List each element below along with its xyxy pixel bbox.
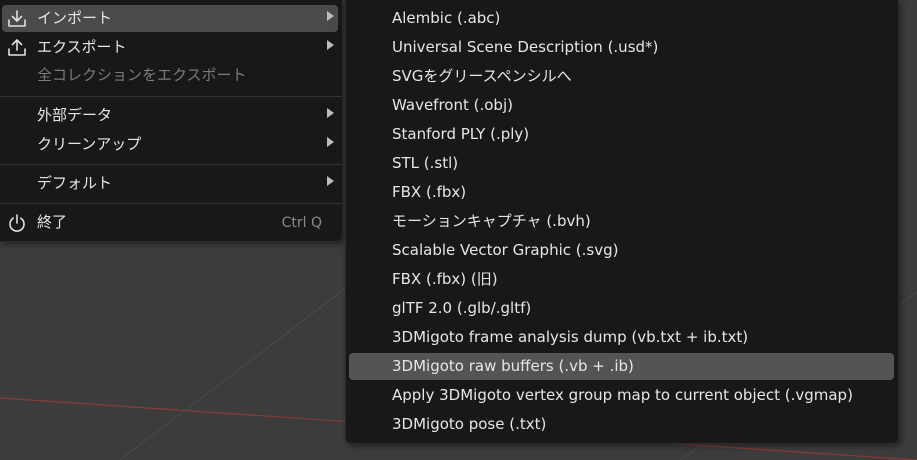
submenu-item-label: 3DMigoto pose (.txt) xyxy=(392,415,547,433)
submenu-item-label: SVGをグリースペンシルへ xyxy=(392,67,572,85)
menu-item-label: エクスポート xyxy=(37,38,127,56)
menu-separator xyxy=(0,203,342,204)
import-3dmigoto-frame-dump[interactable]: 3DMigoto frame analysis dump (vb.txt + i… xyxy=(349,324,894,351)
import-stl[interactable]: STL (.stl) xyxy=(349,150,894,177)
submenu-item-label: Alembic (.abc) xyxy=(392,9,501,27)
submenu-item-label: 3DMigoto frame analysis dump (vb.txt + i… xyxy=(392,328,749,346)
import-fbx[interactable]: FBX (.fbx) xyxy=(349,179,894,206)
import-gltf[interactable]: glTF 2.0 (.glb/.gltf) xyxy=(349,295,894,322)
submenu-item-label: glTF 2.0 (.glb/.gltf) xyxy=(392,299,532,317)
import-3dmigoto-pose[interactable]: 3DMigoto pose (.txt) xyxy=(349,411,894,438)
menu-item-external-data[interactable]: 外部データ xyxy=(2,102,338,129)
shortcut-label: Ctrl Q xyxy=(281,215,322,231)
menu-item-label: デフォルト xyxy=(37,174,113,192)
submenu-arrow-icon xyxy=(327,11,334,21)
menu-separator xyxy=(0,96,342,97)
submenu-item-label: Scalable Vector Graphic (.svg) xyxy=(392,241,619,259)
submenu-item-label: Stanford PLY (.ply) xyxy=(392,125,530,143)
menu-item-label: 終了 xyxy=(37,213,68,231)
menu-item-label: クリーンアップ xyxy=(37,135,142,153)
import-submenu: Alembic (.abc) Universal Scene Descripti… xyxy=(345,0,899,444)
menu-item-import[interactable]: インポート xyxy=(2,5,338,32)
menu-item-label: 外部データ xyxy=(37,106,113,124)
import-usd[interactable]: Universal Scene Description (.usd*) xyxy=(349,34,894,61)
import-fbx-legacy[interactable]: FBX (.fbx) (旧) xyxy=(349,266,894,293)
export-icon xyxy=(8,39,26,56)
submenu-arrow-icon xyxy=(327,176,334,186)
menu-item-label: 全コレクションをエクスポート xyxy=(37,66,247,84)
file-menu: インポート エクスポート 全コレクションをエクスポート 外部データ クリーンアッ… xyxy=(0,0,343,242)
menu-separator xyxy=(0,164,342,165)
menu-item-label: インポート xyxy=(37,9,113,27)
submenu-arrow-icon xyxy=(327,137,334,147)
menu-item-quit[interactable]: 終了 Ctrl Q xyxy=(2,209,338,236)
import-alembic[interactable]: Alembic (.abc) xyxy=(349,5,894,32)
import-svg[interactable]: Scalable Vector Graphic (.svg) xyxy=(349,237,894,264)
menu-item-export[interactable]: エクスポート xyxy=(2,34,338,61)
submenu-item-label: FBX (.fbx) xyxy=(392,183,467,201)
import-3dmigoto-raw-buffers[interactable]: 3DMigoto raw buffers (.vb + .ib) xyxy=(349,353,894,380)
submenu-item-label: Universal Scene Description (.usd*) xyxy=(392,38,659,56)
import-stanford-ply[interactable]: Stanford PLY (.ply) xyxy=(349,121,894,148)
menu-item-defaults[interactable]: デフォルト xyxy=(2,170,338,197)
submenu-arrow-icon xyxy=(327,40,334,50)
import-bvh[interactable]: モーションキャプチャ (.bvh) xyxy=(349,208,894,235)
menu-item-cleanup[interactable]: クリーンアップ xyxy=(2,131,338,158)
import-wavefront-obj[interactable]: Wavefront (.obj) xyxy=(349,92,894,119)
power-icon xyxy=(9,214,25,232)
submenu-item-label: FBX (.fbx) (旧) xyxy=(392,270,498,288)
submenu-item-label: Apply 3DMigoto vertex group map to curre… xyxy=(392,386,853,404)
submenu-item-label: 3DMigoto raw buffers (.vb + .ib) xyxy=(392,357,634,375)
import-icon xyxy=(8,10,26,27)
submenu-arrow-icon xyxy=(327,108,334,118)
import-3dmigoto-vgmap[interactable]: Apply 3DMigoto vertex group map to curre… xyxy=(349,382,894,409)
submenu-item-label: モーションキャプチャ (.bvh) xyxy=(392,212,591,230)
submenu-item-label: Wavefront (.obj) xyxy=(392,96,513,114)
menu-item-export-all-collections: 全コレクションをエクスポート xyxy=(2,62,338,89)
submenu-item-label: STL (.stl) xyxy=(392,154,459,172)
import-svg-grease-pencil[interactable]: SVGをグリースペンシルへ xyxy=(349,63,894,90)
